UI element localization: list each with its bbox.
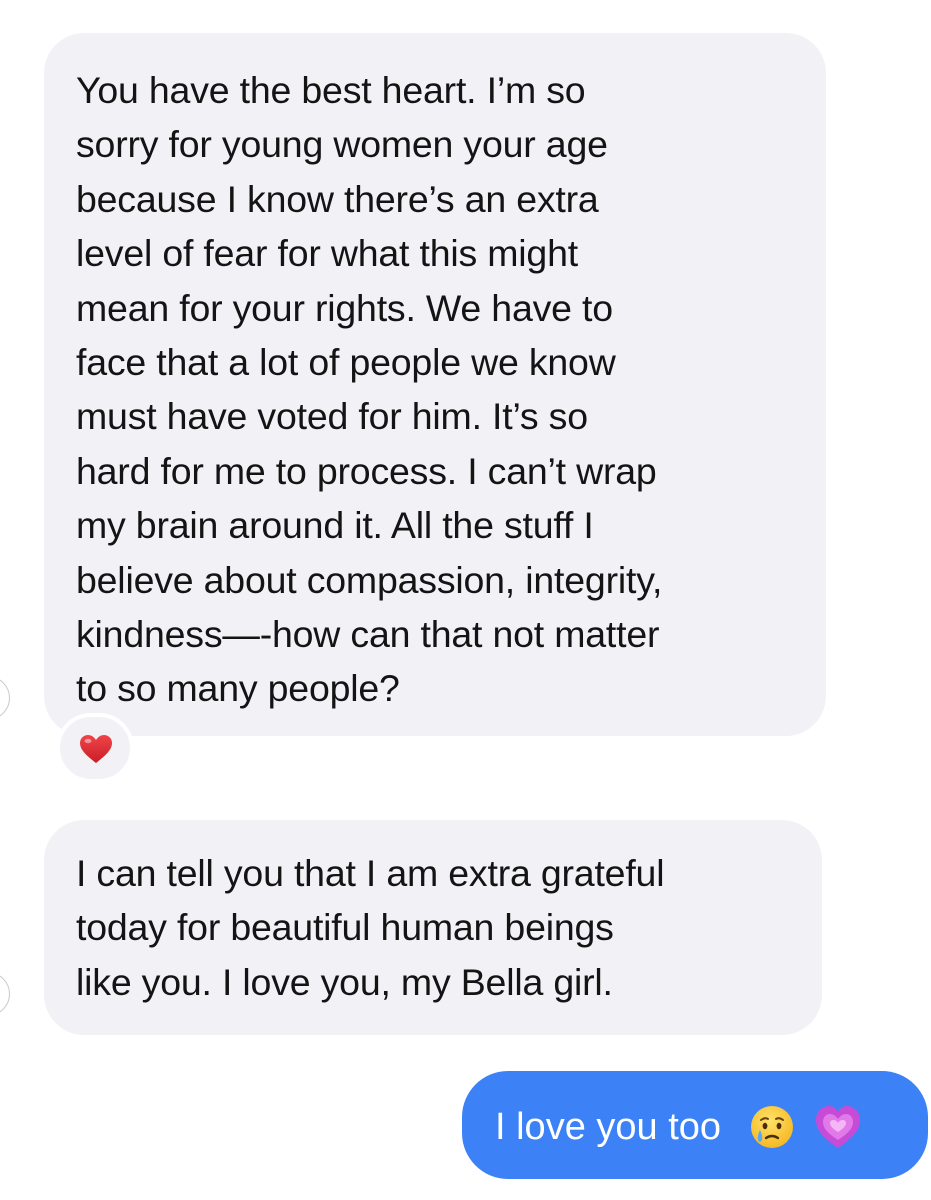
message-line: sorry for young women your age bbox=[76, 123, 608, 166]
message-line: mean for your rights. We have to bbox=[76, 286, 613, 329]
message-reaction[interactable] bbox=[56, 713, 134, 783]
outgoing-message-bubble[interactable]: I love you too bbox=[462, 1071, 928, 1179]
message-line: because I know there’s an extra bbox=[76, 177, 599, 220]
message-line: today for beautiful human beings bbox=[76, 906, 614, 949]
message-line: my brain around it. All the stuff I bbox=[76, 504, 594, 547]
incoming-message-bubble[interactable]: You have the best heart. I’m so sorry fo… bbox=[44, 33, 826, 736]
message-text: I love you too bbox=[495, 1105, 722, 1148]
message-line: hard for me to process. I can’t wrap bbox=[76, 449, 657, 492]
message-line: You have the best heart. I’m so bbox=[76, 69, 586, 111]
message-line: face that a lot of people we know bbox=[76, 341, 616, 384]
message-line: kindness—-how can that not matter bbox=[76, 613, 660, 656]
message-line: believe about compassion, integrity, bbox=[76, 558, 663, 601]
avatar-edge bbox=[0, 972, 10, 1016]
avatar-edge bbox=[0, 676, 10, 720]
message-line: I can tell you that I am extra grateful bbox=[76, 852, 665, 894]
message-line: to so many people? bbox=[76, 667, 400, 710]
incoming-message-bubble[interactable]: I can tell you that I am extra grateful … bbox=[44, 820, 822, 1035]
message-line: must have voted for him. It’s so bbox=[76, 395, 588, 438]
crying-face-icon bbox=[750, 1105, 793, 1148]
message-line: level of fear for what this might bbox=[76, 232, 578, 275]
message-line: like you. I love you, my Bella girl. bbox=[76, 960, 613, 1003]
red-heart-icon bbox=[80, 735, 112, 763]
growing-heart-icon bbox=[816, 1105, 861, 1148]
